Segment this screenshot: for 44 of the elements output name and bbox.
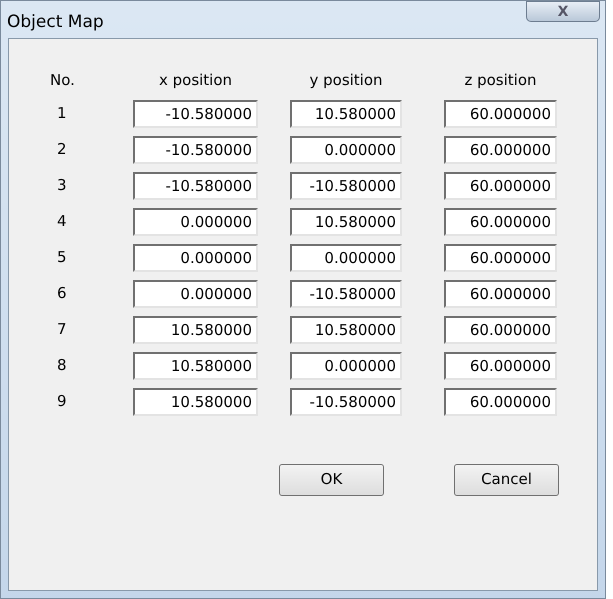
y-position-field[interactable]: -10.580000 — [290, 388, 402, 416]
x-position-field[interactable]: 10.580000 — [133, 352, 258, 380]
z-position-field[interactable]: 60.000000 — [444, 100, 557, 128]
z-position-field[interactable]: 60.000000 — [444, 208, 557, 236]
close-button[interactable]: X — [526, 1, 600, 22]
x-position-field[interactable]: -10.580000 — [133, 172, 258, 200]
y-position-field[interactable]: -10.580000 — [290, 172, 402, 200]
x-position-field[interactable]: 0.000000 — [133, 244, 258, 272]
z-position-field[interactable]: 60.000000 — [444, 388, 557, 416]
column-header: y position — [308, 70, 384, 91]
y-position-field[interactable]: 0.000000 — [290, 352, 402, 380]
z-position-field[interactable]: 60.000000 — [444, 136, 557, 164]
row-number: 9 — [56, 391, 68, 412]
column-header: No. — [49, 70, 76, 91]
y-position-field[interactable]: 10.580000 — [290, 100, 402, 128]
row-number: 6 — [56, 283, 68, 304]
row-number: 1 — [56, 103, 68, 124]
y-position-field[interactable]: -10.580000 — [290, 280, 402, 308]
row-number: 3 — [56, 175, 68, 196]
x-position-field[interactable]: 0.000000 — [133, 280, 258, 308]
row-number: 4 — [56, 211, 68, 232]
z-position-field[interactable]: 60.000000 — [444, 172, 557, 200]
x-position-field[interactable]: -10.580000 — [133, 100, 258, 128]
z-position-field[interactable]: 60.000000 — [444, 244, 557, 272]
y-position-field[interactable]: 10.580000 — [290, 208, 402, 236]
x-position-field[interactable]: -10.580000 — [133, 136, 258, 164]
column-header: z position — [463, 70, 538, 91]
y-position-field[interactable]: 0.000000 — [290, 244, 402, 272]
window-title: Object Map — [7, 11, 104, 34]
row-number: 7 — [56, 319, 68, 340]
z-position-field[interactable]: 60.000000 — [444, 352, 557, 380]
y-position-field[interactable]: 10.580000 — [290, 316, 402, 344]
x-position-field[interactable]: 0.000000 — [133, 208, 258, 236]
row-number: 8 — [56, 355, 68, 376]
x-position-field[interactable]: 10.580000 — [133, 388, 258, 416]
x-position-field[interactable]: 10.580000 — [133, 316, 258, 344]
ok-button[interactable]: OK — [279, 464, 384, 496]
cancel-button[interactable]: Cancel — [454, 464, 559, 496]
row-number: 2 — [56, 139, 68, 160]
y-position-field[interactable]: 0.000000 — [290, 136, 402, 164]
z-position-field[interactable]: 60.000000 — [444, 316, 557, 344]
row-number: 5 — [56, 247, 68, 268]
column-header: x position — [158, 70, 234, 91]
z-position-field[interactable]: 60.000000 — [444, 280, 557, 308]
